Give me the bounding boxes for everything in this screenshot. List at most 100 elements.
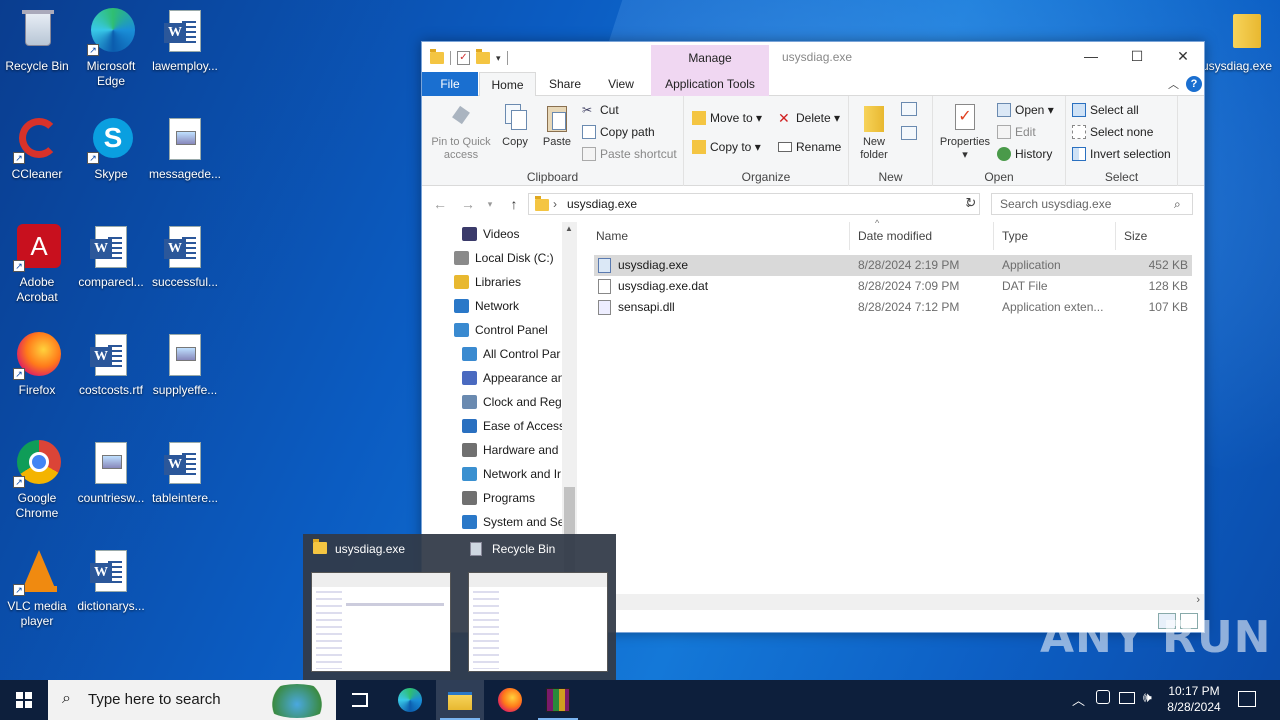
properties-button[interactable]: ✓ Properties ▾: [937, 102, 993, 162]
move-to-button[interactable]: Move to ▾: [690, 108, 762, 128]
easy-access-icon[interactable]: [901, 126, 917, 140]
rename-button[interactable]: Rename: [776, 137, 841, 157]
address-bar[interactable]: › usysdiag.exe ⌄: [528, 193, 980, 215]
refresh-button[interactable]: ↻: [962, 195, 980, 213]
taskbar-winrar[interactable]: [534, 680, 582, 720]
select-all-button[interactable]: Select all: [1070, 100, 1139, 120]
new-folder-qat-icon[interactable]: [476, 49, 490, 64]
desktop-icon-chrome[interactable]: ↗ Google Chrome: [0, 440, 74, 521]
file-date: 8/28/2024 7:12 PM: [858, 300, 960, 314]
file-size: 107 KB: [1148, 300, 1188, 314]
desktop-icon-firefox[interactable]: ↗ Firefox: [0, 332, 74, 398]
delete-button[interactable]: ✕ Delete ▾: [776, 108, 840, 128]
tab-view[interactable]: View: [596, 72, 646, 96]
desktop-icon-costcosts[interactable]: W costcosts.rtf: [74, 332, 148, 398]
desktop-icon-lawemploy[interactable]: W lawemploy...: [148, 8, 222, 74]
watermark: ANY RUN: [1040, 612, 1272, 663]
manage-contextual-tab[interactable]: Manage: [651, 45, 769, 72]
taskbar-clock[interactable]: 10:17 PM 8/28/2024: [1158, 683, 1230, 715]
desktop-icon-usysdiag-folder[interactable]: usysdiag.exe: [1200, 8, 1274, 74]
new-group-label: New: [878, 170, 903, 184]
notifications-icon[interactable]: [1238, 691, 1256, 707]
desktop-icon-ccleaner[interactable]: ↗ CCleaner: [0, 116, 74, 182]
edit-icon: [997, 125, 1011, 139]
nav-item-label: Network and Ir: [483, 467, 562, 481]
select-group: Select all Select none Invert selection …: [1066, 96, 1178, 186]
cut-button[interactable]: ✂ Cut: [580, 100, 619, 120]
tab-file[interactable]: File: [422, 72, 478, 96]
desktop-icon-skype[interactable]: S ↗ Skype: [74, 116, 148, 182]
delete-icon: ✕: [778, 110, 790, 126]
desktop-icon-tableintere[interactable]: W tableintere...: [148, 440, 222, 506]
file-row[interactable]: usysdiag.exe 8/28/2024 2:19 PM Applicati…: [594, 255, 1192, 276]
up-button[interactable]: ↑: [504, 194, 524, 214]
pin-quick-access-button[interactable]: Pin to Quick access: [426, 102, 496, 162]
minimize-button[interactable]: —: [1068, 42, 1114, 72]
properties-qat-icon[interactable]: ✓: [457, 51, 470, 65]
desktop-icon-dictionarys[interactable]: W dictionarys...: [74, 548, 148, 614]
task-view-button[interactable]: [336, 680, 384, 720]
start-button[interactable]: [0, 680, 48, 720]
new-item-icon[interactable]: [901, 102, 917, 116]
qat-dropdown-icon[interactable]: ▾: [496, 53, 501, 64]
forward-button[interactable]: →: [458, 194, 478, 214]
new-folder-button[interactable]: New folder: [853, 102, 895, 162]
desktop-icon-comparecl[interactable]: W comparecl...: [74, 224, 148, 290]
tab-home[interactable]: Home: [479, 72, 536, 97]
copy-to-button[interactable]: Copy to ▾: [690, 137, 761, 157]
file-type: DAT File: [1002, 279, 1048, 293]
meet-now-icon[interactable]: [1096, 690, 1110, 704]
file-size: 452 KB: [1148, 258, 1188, 272]
nav-item-label: Videos: [483, 227, 520, 241]
close-button[interactable]: ✕: [1160, 42, 1206, 72]
select-all-icon: [1072, 103, 1086, 117]
tab-application-tools[interactable]: Application Tools: [651, 72, 769, 96]
taskbar-file-explorer[interactable]: [436, 680, 484, 720]
taskbar-edge[interactable]: [386, 680, 434, 720]
copy-button[interactable]: Copy: [496, 102, 534, 149]
desktop-icon-messagede[interactable]: messagede...: [148, 116, 222, 182]
column-header-date[interactable]: Date modified: [850, 222, 994, 250]
paste-button[interactable]: Paste: [538, 102, 576, 149]
file-row[interactable]: sensapi.dll 8/28/2024 7:12 PM Applicatio…: [594, 297, 1192, 318]
desktop-icon-supplyeffe[interactable]: supplyeffe...: [148, 332, 222, 398]
desktop-icon-recycle-bin[interactable]: Recycle Bin: [0, 8, 74, 74]
search-icon: ⌕: [62, 690, 71, 707]
file-row[interactable]: usysdiag.exe.dat 8/28/2024 7:09 PM DAT F…: [594, 276, 1192, 297]
column-header-name[interactable]: Name: [588, 222, 850, 250]
show-hidden-icons-icon[interactable]: ︿: [1072, 690, 1085, 709]
taskbar: Type here to search ⌕ ︿ 🕪 10:17 PM 8/28/…: [0, 680, 1280, 720]
taskbar-firefox[interactable]: [486, 680, 534, 720]
desktop-icon-successful[interactable]: W successful...: [148, 224, 222, 290]
history-button[interactable]: History: [995, 144, 1052, 164]
search-input[interactable]: Search usysdiag.exe: [991, 193, 1193, 215]
column-header-type[interactable]: Type: [994, 222, 1116, 250]
desktop-icon-acrobat[interactable]: A ↗ Adobe Acrobat: [0, 224, 74, 305]
thumbnail-recycle-bin[interactable]: Recycle Bin: [460, 534, 616, 680]
open-button[interactable]: Open ▾: [995, 100, 1054, 120]
desktop-icon-edge[interactable]: ↗ Microsoft Edge: [74, 8, 148, 89]
image-file-icon: [161, 116, 209, 164]
paste-shortcut-button[interactable]: Paste shortcut: [580, 144, 677, 164]
skype-icon: S ↗: [87, 116, 135, 164]
recent-locations-icon[interactable]: ▾: [480, 194, 500, 214]
desktop-icon-countriesw[interactable]: countriesw...: [74, 440, 148, 506]
image-file-icon: [87, 440, 135, 488]
back-button[interactable]: ←: [430, 194, 450, 214]
desktop-icon-vlc[interactable]: ↗ VLC media player: [0, 548, 74, 629]
volume-icon[interactable]: 🕪: [1143, 689, 1152, 706]
nav-scroll-up-icon[interactable]: ▲: [565, 224, 573, 233]
network-icon[interactable]: [1119, 692, 1135, 704]
clipboard-group: Pin to Quick access Copy Paste ✂ Cut Copy…: [422, 96, 684, 186]
copy-path-button[interactable]: Copy path: [580, 122, 655, 142]
scroll-right-icon[interactable]: ›: [1196, 594, 1200, 606]
collapse-ribbon-icon[interactable]: ︿: [1168, 76, 1179, 92]
column-header-size[interactable]: Size: [1116, 222, 1196, 250]
edit-button[interactable]: Edit: [995, 122, 1036, 142]
thumbnail-usysdiag[interactable]: usysdiag.exe: [303, 534, 459, 680]
tab-share[interactable]: Share: [542, 72, 588, 96]
help-icon[interactable]: ?: [1186, 76, 1202, 92]
maximize-button[interactable]: ☐: [1114, 42, 1160, 72]
select-none-button[interactable]: Select none: [1070, 122, 1153, 142]
invert-selection-button[interactable]: Invert selection: [1070, 144, 1171, 164]
